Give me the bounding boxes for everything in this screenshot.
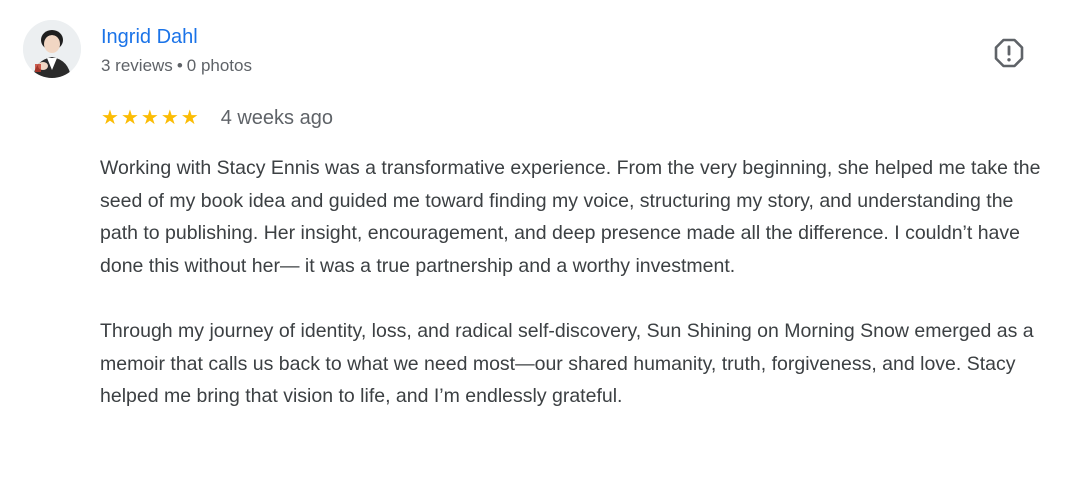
- author-meta: 3 reviews • 0 photos: [101, 54, 252, 78]
- star-icon: ★: [160, 107, 179, 129]
- review-text: Working with Stacy Ennis was a transform…: [100, 152, 1055, 413]
- avatar[interactable]: [23, 20, 81, 78]
- review-count: 3 reviews: [101, 56, 173, 75]
- review-card: Ingrid Dahl 3 reviews • 0 photos ★ ★ ★ ★ ★ 4 w…: [0, 0, 1068, 483]
- review-paragraph: Through my journey of identity, loss, an…: [100, 319, 1034, 408]
- star-icon: ★: [140, 107, 159, 129]
- report-review-button[interactable]: [991, 35, 1027, 71]
- photo-count: 0 photos: [186, 56, 252, 75]
- star-icon: ★: [120, 107, 139, 129]
- report-flag-icon: [994, 38, 1024, 68]
- star-rating: ★ ★ ★ ★ ★: [101, 108, 201, 128]
- review-date: 4 weeks ago: [220, 107, 333, 129]
- rating-row: ★ ★ ★ ★ ★ 4 weeks ago: [101, 104, 333, 132]
- star-icon: ★: [180, 107, 199, 129]
- avatar-photo: [23, 20, 81, 78]
- review-paragraph: Working with Stacy Ennis was a transform…: [100, 157, 1041, 277]
- author-name[interactable]: Ingrid Dahl: [101, 24, 198, 50]
- star-icon: ★: [101, 107, 119, 129]
- meta-separator: •: [176, 56, 183, 75]
